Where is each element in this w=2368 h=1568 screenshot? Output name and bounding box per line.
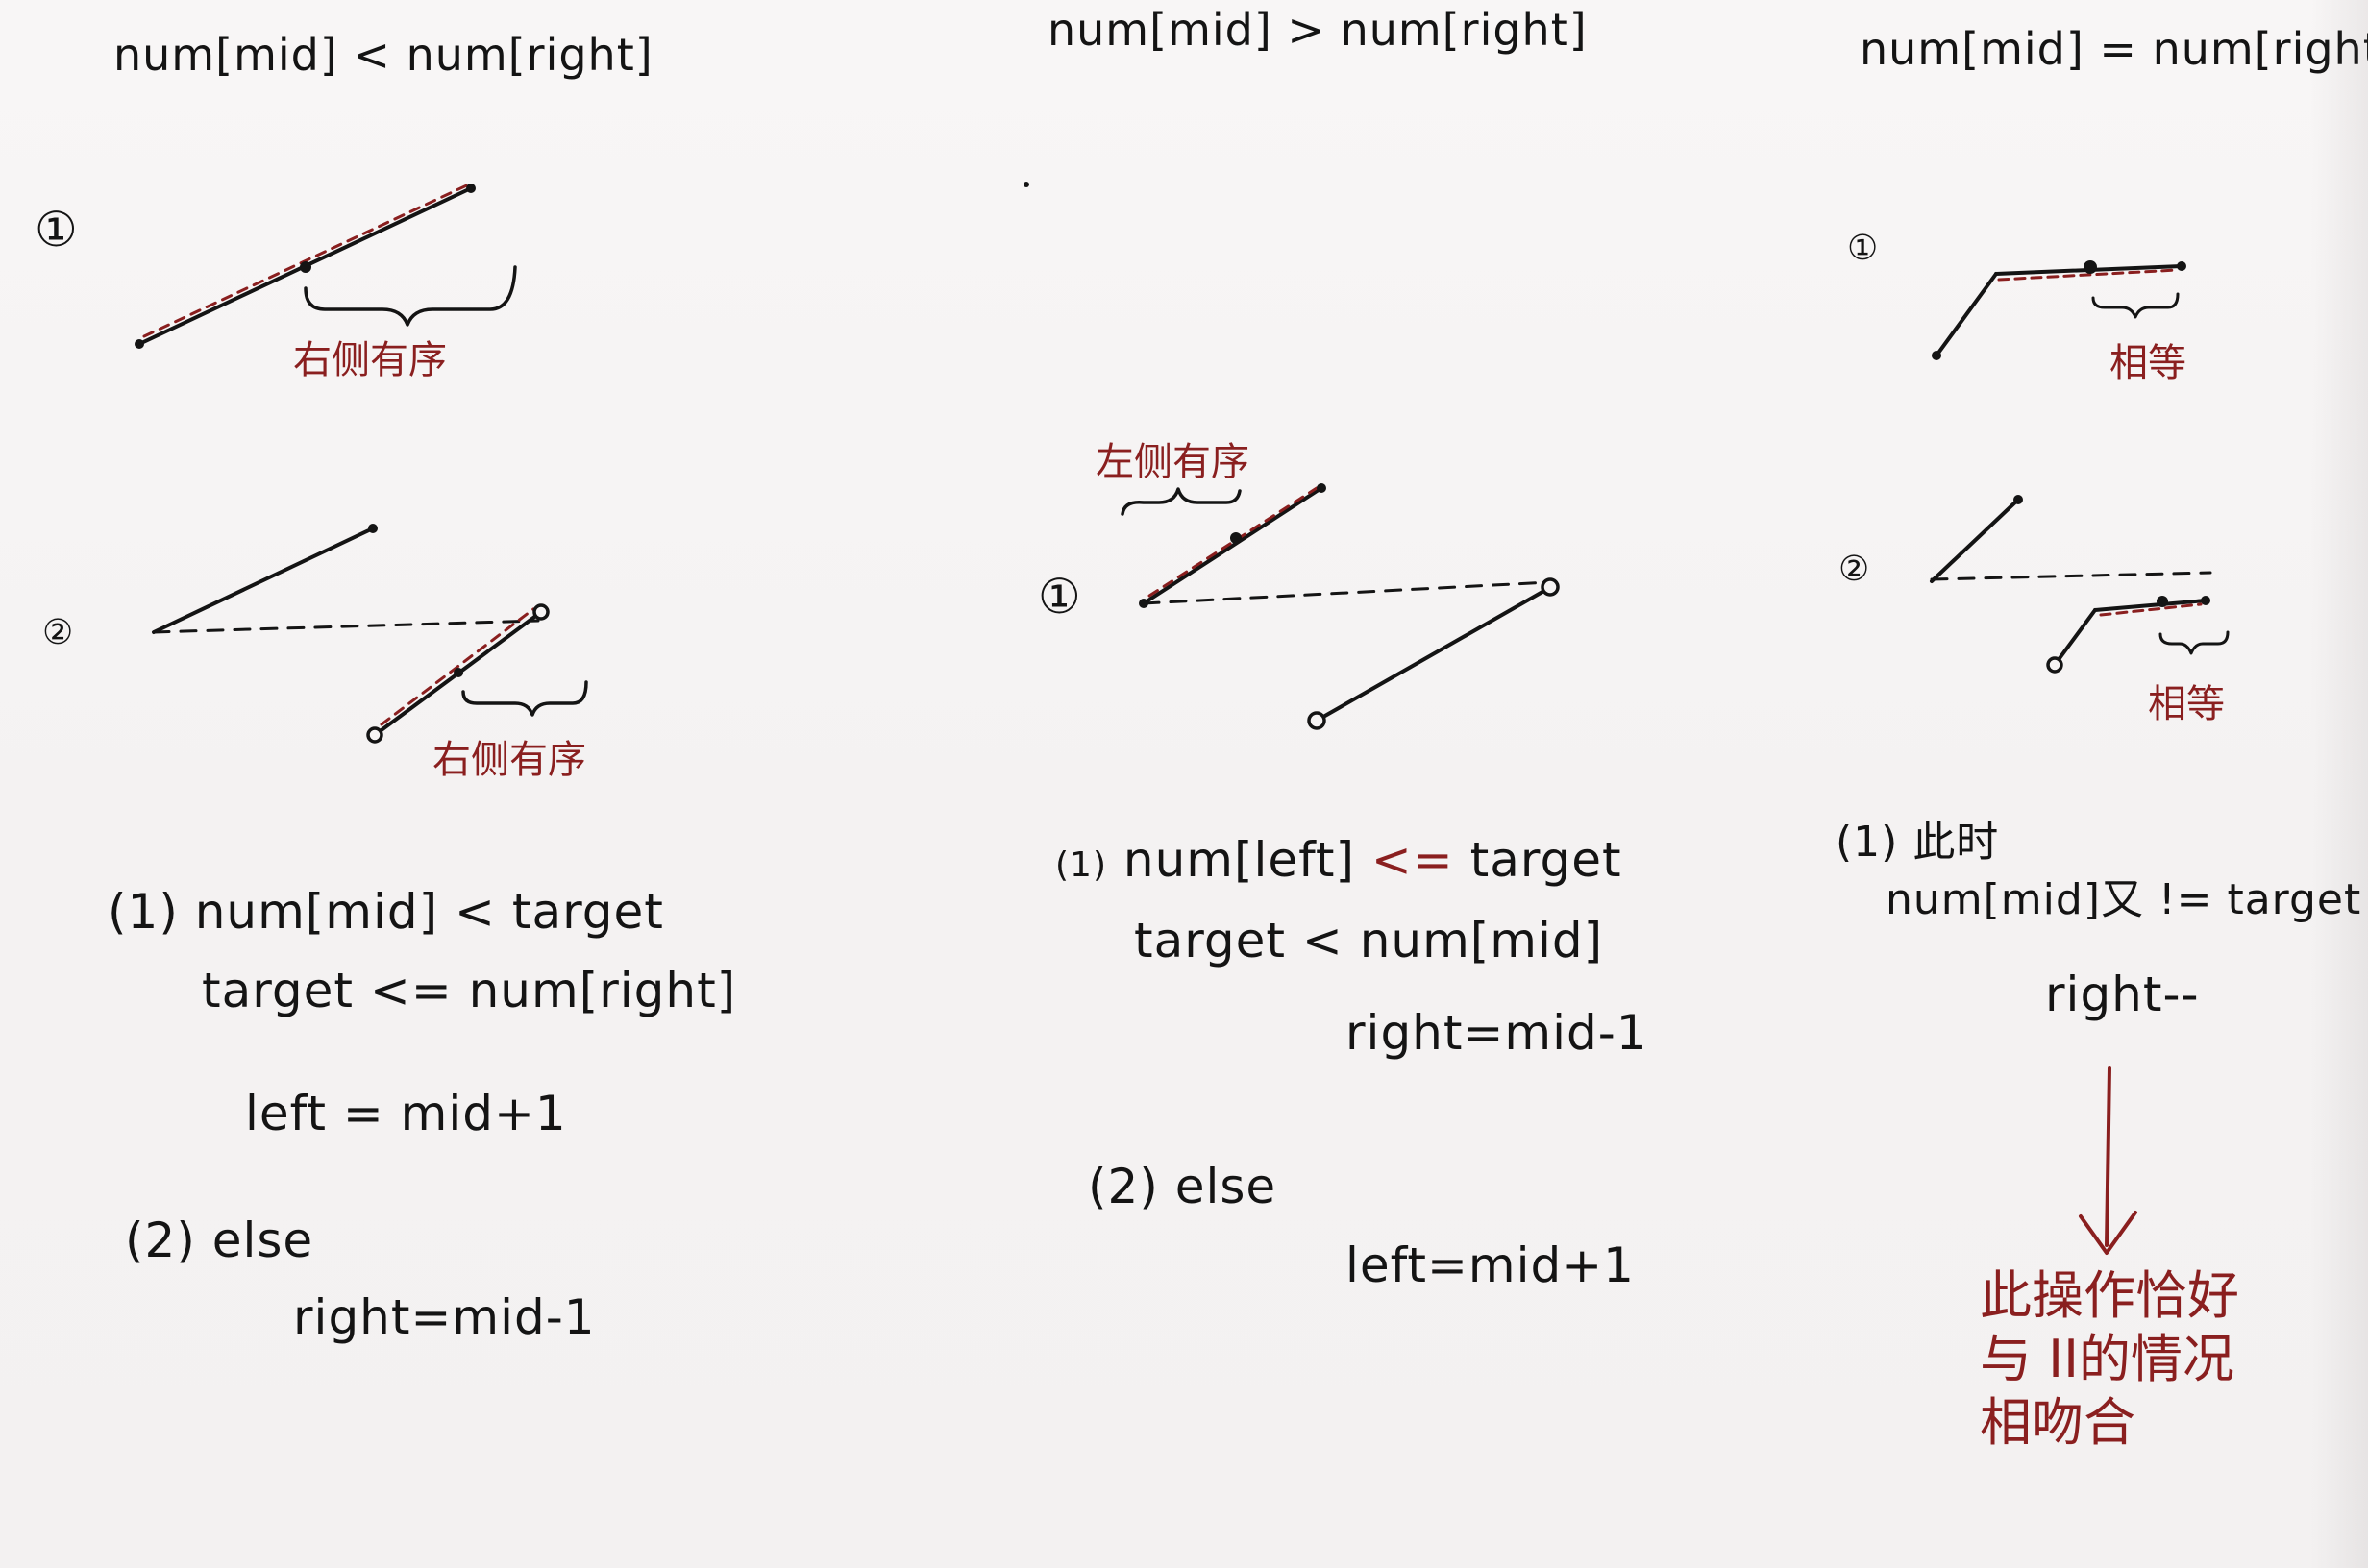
- col1-sketch-2: [152, 524, 588, 744]
- sketches-layer: [135, 181, 2230, 1255]
- col3-sketch-2: [1930, 495, 2230, 674]
- col3-sketch-1: [1932, 260, 2186, 360]
- col1-sketch-1: [135, 181, 517, 349]
- col3-arrow-down: [2079, 1066, 2137, 1255]
- stray-dot: [1024, 182, 1029, 187]
- col2-sketch: [1121, 483, 1560, 730]
- notebook-page: { "col1": { "header": "num[mid] < num[ri…: [0, 0, 2368, 1568]
